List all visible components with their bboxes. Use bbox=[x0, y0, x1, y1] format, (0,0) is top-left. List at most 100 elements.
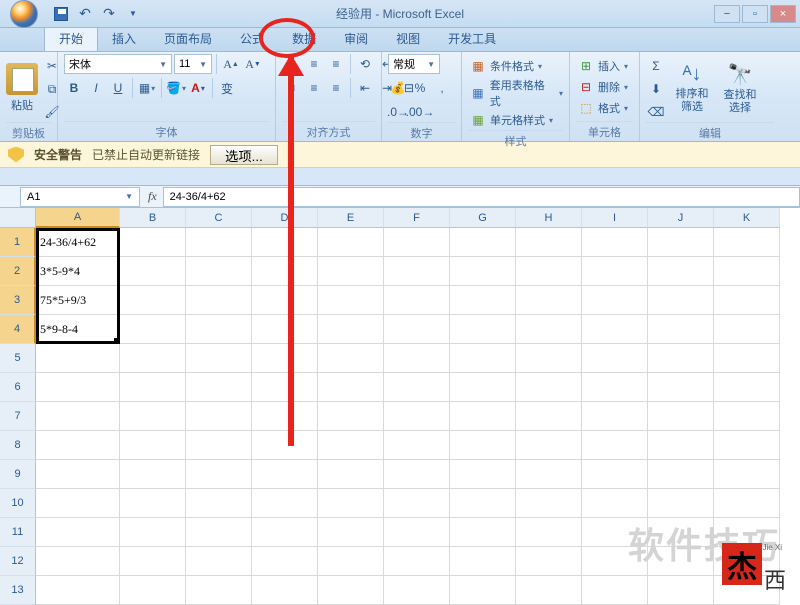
cell[interactable] bbox=[648, 257, 714, 286]
cell[interactable] bbox=[450, 518, 516, 547]
cell[interactable] bbox=[186, 344, 252, 373]
cell[interactable] bbox=[384, 373, 450, 402]
cell[interactable] bbox=[516, 257, 582, 286]
row-header[interactable]: 11 bbox=[0, 518, 36, 547]
cell[interactable] bbox=[384, 547, 450, 576]
insert-cells-button[interactable]: ⊞插入▾ bbox=[576, 56, 628, 76]
cell[interactable] bbox=[120, 286, 186, 315]
cell[interactable] bbox=[450, 576, 516, 605]
col-header[interactable]: B bbox=[120, 208, 186, 228]
qat-save-button[interactable] bbox=[52, 5, 70, 23]
align-right-button[interactable]: ≡ bbox=[326, 78, 346, 98]
name-box[interactable]: A1▼ bbox=[20, 187, 140, 207]
format-as-table-button[interactable]: ▦套用表格格式▾ bbox=[468, 77, 563, 109]
orientation-button[interactable]: ⟲ bbox=[355, 54, 375, 74]
cell[interactable] bbox=[252, 547, 318, 576]
cell[interactable] bbox=[714, 315, 780, 344]
cell[interactable] bbox=[582, 460, 648, 489]
cell[interactable] bbox=[252, 489, 318, 518]
comma-button[interactable]: , bbox=[432, 78, 452, 98]
cell[interactable] bbox=[714, 286, 780, 315]
cell[interactable] bbox=[384, 460, 450, 489]
conditional-format-button[interactable]: ▦条件格式▾ bbox=[468, 56, 542, 76]
col-header[interactable]: J bbox=[648, 208, 714, 228]
sort-filter-button[interactable]: ᴬ↓ 排序和 筛选 bbox=[670, 54, 714, 122]
cell[interactable] bbox=[120, 257, 186, 286]
col-header[interactable]: F bbox=[384, 208, 450, 228]
cell[interactable] bbox=[186, 228, 252, 257]
cell[interactable] bbox=[516, 344, 582, 373]
cell[interactable] bbox=[120, 431, 186, 460]
cell[interactable] bbox=[252, 286, 318, 315]
cell[interactable] bbox=[450, 547, 516, 576]
cell[interactable] bbox=[648, 460, 714, 489]
cell[interactable]: 75*5+9/3 bbox=[36, 286, 120, 315]
cell[interactable] bbox=[318, 460, 384, 489]
cell[interactable] bbox=[516, 576, 582, 605]
cell[interactable] bbox=[186, 315, 252, 344]
qat-redo-button[interactable]: ↷ bbox=[100, 5, 118, 23]
cell[interactable] bbox=[450, 315, 516, 344]
office-button[interactable] bbox=[4, 0, 44, 28]
cell[interactable] bbox=[186, 547, 252, 576]
cell[interactable] bbox=[516, 402, 582, 431]
col-header[interactable]: H bbox=[516, 208, 582, 228]
phonetic-button[interactable]: 变 bbox=[217, 78, 237, 98]
cell[interactable]: 3*5-9*4 bbox=[36, 257, 120, 286]
cell[interactable] bbox=[384, 489, 450, 518]
cell[interactable] bbox=[450, 431, 516, 460]
cell[interactable] bbox=[648, 315, 714, 344]
cell[interactable] bbox=[252, 402, 318, 431]
cell[interactable] bbox=[318, 489, 384, 518]
cell[interactable] bbox=[384, 402, 450, 431]
row-header[interactable]: 2 bbox=[0, 257, 36, 286]
cell[interactable] bbox=[582, 489, 648, 518]
align-top-button[interactable]: ≡ bbox=[282, 54, 302, 74]
cell[interactable] bbox=[648, 431, 714, 460]
col-header[interactable]: C bbox=[186, 208, 252, 228]
cell[interactable] bbox=[714, 402, 780, 431]
cell[interactable] bbox=[318, 257, 384, 286]
row-header[interactable]: 4 bbox=[0, 315, 36, 344]
cell[interactable] bbox=[582, 257, 648, 286]
cell[interactable] bbox=[516, 431, 582, 460]
cell[interactable] bbox=[36, 373, 120, 402]
col-header[interactable]: I bbox=[582, 208, 648, 228]
italic-button[interactable]: I bbox=[86, 78, 106, 98]
autosum-button[interactable]: Σ bbox=[646, 56, 666, 76]
fx-button[interactable]: fx bbox=[148, 189, 157, 204]
cell[interactable] bbox=[648, 373, 714, 402]
cell[interactable] bbox=[252, 431, 318, 460]
cell[interactable] bbox=[318, 373, 384, 402]
cell[interactable] bbox=[582, 344, 648, 373]
cell[interactable] bbox=[36, 489, 120, 518]
row-header[interactable]: 10 bbox=[0, 489, 36, 518]
cell[interactable] bbox=[648, 489, 714, 518]
cell[interactable] bbox=[384, 576, 450, 605]
security-options-button[interactable]: 选项... bbox=[210, 145, 278, 165]
cell[interactable] bbox=[252, 518, 318, 547]
cell[interactable] bbox=[186, 489, 252, 518]
cell[interactable] bbox=[648, 286, 714, 315]
select-all-corner[interactable] bbox=[0, 208, 36, 228]
cell[interactable] bbox=[318, 547, 384, 576]
underline-button[interactable]: U bbox=[108, 78, 128, 98]
cell[interactable] bbox=[582, 315, 648, 344]
bold-button[interactable]: B bbox=[64, 78, 84, 98]
decrease-font-button[interactable]: A▼ bbox=[243, 54, 263, 74]
cell[interactable] bbox=[714, 257, 780, 286]
cell[interactable] bbox=[36, 518, 120, 547]
col-header[interactable]: E bbox=[318, 208, 384, 228]
minimize-button[interactable]: − bbox=[714, 5, 740, 23]
cell[interactable] bbox=[516, 228, 582, 257]
cell[interactable] bbox=[36, 431, 120, 460]
align-middle-button[interactable]: ≡ bbox=[304, 54, 324, 74]
clear-button[interactable]: ⌫ bbox=[646, 102, 666, 122]
cell[interactable] bbox=[252, 460, 318, 489]
row-header[interactable]: 5 bbox=[0, 344, 36, 373]
col-header[interactable]: D bbox=[252, 208, 318, 228]
tab-review[interactable]: 审阅 bbox=[330, 26, 382, 51]
cell[interactable] bbox=[120, 489, 186, 518]
font-color-button[interactable]: A▾ bbox=[188, 78, 208, 98]
cell[interactable] bbox=[186, 460, 252, 489]
